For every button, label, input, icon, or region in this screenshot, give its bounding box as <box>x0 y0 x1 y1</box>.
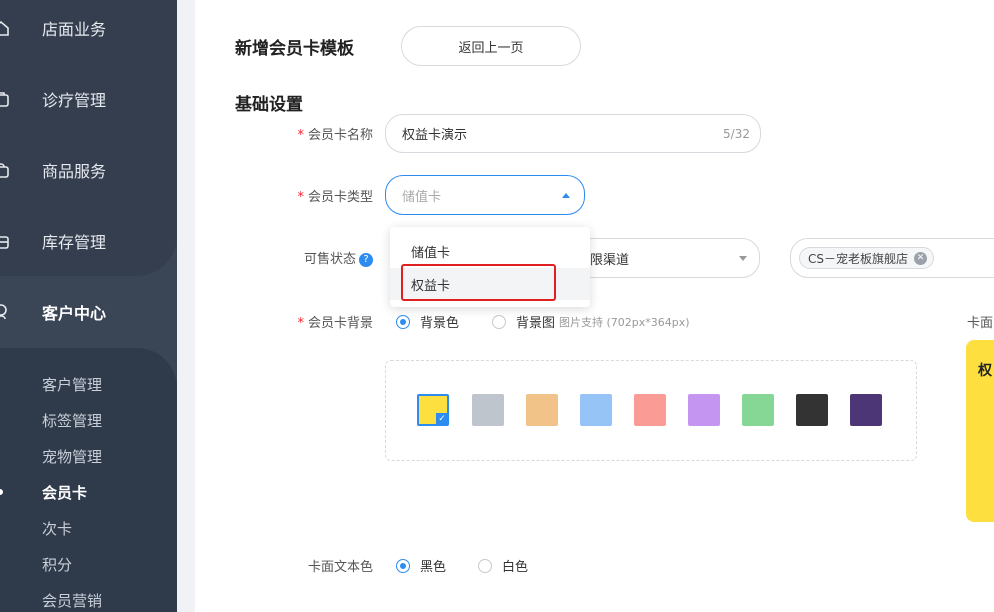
tag-close-icon[interactable]: ✕ <box>914 251 927 265</box>
channel-select[interactable]: 限渠道 <box>575 238 760 278</box>
bg-color-radio[interactable]: 背景色 <box>396 312 459 331</box>
text-color-label: 卡面文本色 <box>307 560 373 575</box>
radio-unchecked-icon <box>478 558 492 573</box>
inventory-icon <box>0 232 10 250</box>
color-swatch[interactable]: ✓ <box>417 394 449 426</box>
channel-value: 限渠道 <box>590 252 630 268</box>
color-swatch[interactable] <box>526 394 558 426</box>
sidebar-subitem-member-card[interactable]: 会员卡 <box>42 482 87 503</box>
color-swatch[interactable] <box>634 394 666 426</box>
medical-bag-icon <box>0 90 10 108</box>
section-title: 基础设置 <box>235 95 303 115</box>
radio-checked-icon <box>396 314 410 329</box>
required-mark: * <box>297 316 304 331</box>
sidebar-item-store[interactable]: 店面业务 <box>0 8 177 48</box>
card-preview: 权 <box>966 340 994 522</box>
sidebar-item-label: 店面业务 <box>42 20 107 39</box>
check-icon: ✓ <box>436 413 448 425</box>
sidebar-subitem-customer-manage[interactable]: 客户管理 <box>42 374 102 395</box>
card-preview-title: 权 <box>978 363 992 379</box>
sidebar-subitem-points[interactable]: 积分 <box>42 554 72 575</box>
sidebar-item-inventory[interactable]: 库存管理 <box>0 221 177 261</box>
dropdown-option-stored-value[interactable]: 储值卡 <box>390 235 590 267</box>
card-name-input[interactable]: 权益卡演示 5/32 <box>385 114 761 153</box>
sidebar-item-customer[interactable]: 客户中心 <box>0 292 177 332</box>
store-select[interactable]: CS－宠老板旗舰店 ✕ <box>790 238 994 278</box>
card-name-value: 权益卡演示 <box>402 128 468 143</box>
page-title: 新增会员卡模板 <box>235 39 354 59</box>
text-color-black-radio[interactable]: 黑色 <box>396 556 446 575</box>
sidebar-subitem-pets[interactable]: 宠物管理 <box>42 446 102 467</box>
bg-image-hint: 图片支持 (702px*364px) <box>559 315 690 329</box>
sidebar-subitem-tags[interactable]: 标签管理 <box>42 410 102 431</box>
color-swatch[interactable] <box>796 394 828 426</box>
color-swatch[interactable] <box>850 394 882 426</box>
color-swatch[interactable] <box>688 394 720 426</box>
sale-status-label: 可售状态? <box>253 248 373 267</box>
chevron-up-icon <box>562 193 570 198</box>
help-icon[interactable]: ? <box>359 252 373 267</box>
sidebar-item-label: 诊疗管理 <box>42 91 107 110</box>
highlight-annotation-box <box>401 264 556 301</box>
sidebar-item-clinic[interactable]: 诊疗管理 <box>0 79 177 119</box>
card-type-select[interactable]: 储值卡 <box>385 175 585 215</box>
required-mark: * <box>297 128 304 143</box>
preview-label: 卡面 <box>967 316 994 331</box>
card-bg-label: * 会员卡背景 <box>297 316 373 331</box>
card-type-placeholder: 储值卡 <box>402 189 442 205</box>
text-color-white-radio[interactable]: 白色 <box>478 556 528 575</box>
card-name-label: * 会员卡名称 <box>297 128 373 143</box>
radio-checked-icon <box>396 558 410 573</box>
chevron-down-icon <box>739 256 747 261</box>
home-icon <box>0 19 10 37</box>
main-content: 新增会员卡模板 返回上一页 基础设置 * 会员卡名称 权益卡演示 5/32 * 会员… <box>195 0 994 612</box>
color-swatch[interactable] <box>580 394 612 426</box>
required-mark: * <box>297 190 304 205</box>
bg-image-radio[interactable]: 背景图 图片支持 (702px*364px) <box>492 312 690 331</box>
back-button[interactable]: 返回上一页 <box>401 26 581 66</box>
card-type-label: * 会员卡类型 <box>297 190 373 205</box>
sidebar-subitem-times-card[interactable]: 次卡 <box>42 518 72 539</box>
sidebar-item-goods[interactable]: 商品服务 <box>0 150 177 190</box>
sidebar-item-label: 库存管理 <box>42 233 107 252</box>
radio-unchecked-icon <box>492 314 506 329</box>
customer-icon <box>0 303 10 321</box>
char-counter: 5/32 <box>723 126 750 141</box>
sidebar-item-label: 商品服务 <box>42 162 107 181</box>
color-swatch[interactable] <box>472 394 504 426</box>
sidebar: 店面业务 诊疗管理 商品服务 库存管理 客户中心 客户管理 标签管理 宠物管理 … <box>0 0 177 612</box>
color-swatch-panel: ✓ <box>385 360 917 461</box>
sidebar-item-label: 客户中心 <box>42 304 107 323</box>
store-tag: CS－宠老板旗舰店 ✕ <box>799 247 934 269</box>
shopping-bag-icon <box>0 161 10 179</box>
color-swatch[interactable] <box>742 394 774 426</box>
sidebar-subitem-marketing[interactable]: 会员营销 <box>42 590 102 611</box>
